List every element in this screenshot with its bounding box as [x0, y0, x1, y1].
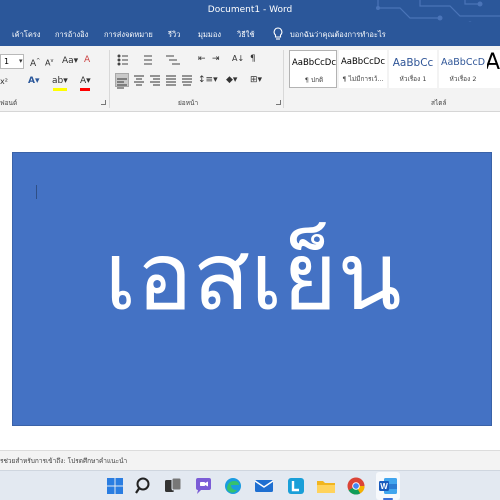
- search-icon[interactable]: [133, 475, 155, 497]
- distributed-icon[interactable]: [181, 74, 193, 86]
- style-name: ¶ ไม่มีการเว้...: [342, 75, 384, 83]
- group-separator: [109, 50, 110, 108]
- accessibility-status[interactable]: รช่วยสำหรับการเข้าถึง: โปรดศึกษาคำแนะนำ: [0, 456, 127, 466]
- style-sample: AaBbCc: [392, 57, 434, 69]
- tab-review[interactable]: รีวิว: [168, 29, 180, 41]
- font-dialog-launcher[interactable]: [101, 100, 106, 105]
- style-title[interactable]: A: [487, 50, 500, 88]
- style-name: ¶ ปกติ: [304, 76, 324, 84]
- font-color-icon[interactable]: A▾: [80, 74, 91, 88]
- paragraph-dialog-launcher[interactable]: [276, 100, 281, 105]
- superscript-icon[interactable]: x²: [0, 75, 8, 89]
- borders-icon[interactable]: ⊞▾: [250, 73, 262, 87]
- shape-text[interactable]: เอสเย็น: [13, 213, 493, 343]
- style-sample: A: [487, 50, 500, 75]
- edge-icon[interactable]: [222, 475, 244, 497]
- svg-text:W: W: [380, 482, 388, 491]
- text-effects-icon[interactable]: A▾: [28, 74, 39, 88]
- increase-indent-icon[interactable]: ⇥: [212, 52, 220, 66]
- clear-formatting-icon[interactable]: A: [84, 53, 90, 67]
- styles-gallery: AaBbCcDc ¶ ปกติ AaBbCcDc ¶ ไม่มีการเว้..…: [287, 50, 500, 90]
- highlight-color-swatch: [53, 88, 67, 91]
- tell-me-search[interactable]: บอกฉันว่าคุณต้องการทำอะไร: [290, 29, 386, 41]
- word-icon[interactable]: W: [377, 475, 399, 497]
- taskbar: W: [0, 470, 500, 500]
- ribbon-tabs: เค้าโครง การอ้างอิง การส่งจดหมาย รีวิว ม…: [0, 22, 500, 46]
- style-no-spacing[interactable]: AaBbCcDc ¶ ไม่มีการเว้...: [339, 50, 387, 88]
- chat-icon[interactable]: [192, 475, 214, 497]
- align-left-button[interactable]: [115, 73, 129, 89]
- sort-icon[interactable]: A↓: [232, 52, 244, 66]
- style-name: หัวเรื่อง 1: [399, 75, 427, 83]
- chrome-icon[interactable]: [345, 475, 367, 497]
- style-name: หัวเรื่อง 2: [449, 75, 477, 83]
- style-sample: AaBbCcDc: [340, 57, 386, 67]
- shrink-font-icon[interactable]: Av: [45, 54, 53, 71]
- font-size-dropdown-icon[interactable]: ▾: [19, 54, 23, 68]
- align-left-icon: [117, 78, 127, 89]
- style-sample: AaBbCcDc: [291, 58, 337, 68]
- mail-icon[interactable]: [253, 475, 275, 497]
- style-heading-1[interactable]: AaBbCc หัวเรื่อง 1: [389, 50, 437, 88]
- grow-font-icon[interactable]: A^: [30, 54, 40, 71]
- change-case-icon[interactable]: Aa▾: [62, 54, 78, 68]
- align-right-icon[interactable]: [149, 74, 161, 86]
- align-center-icon[interactable]: [133, 74, 145, 86]
- group-label-styles: สไตล์: [431, 99, 447, 107]
- tab-mailings[interactable]: การส่งจดหมาย: [104, 29, 153, 41]
- learning-app-icon[interactable]: [285, 475, 307, 497]
- group-separator: [283, 50, 284, 108]
- style-heading-2[interactable]: AaBbCcD หัวเรื่อง 2: [439, 50, 487, 88]
- justify-icon[interactable]: [165, 74, 177, 86]
- list-buttons-icon[interactable]: [116, 52, 196, 68]
- document-canvas[interactable]: เอสเย็น: [0, 112, 500, 450]
- line-spacing-icon[interactable]: ↕≡▾: [198, 73, 218, 87]
- tab-help[interactable]: วิธีใช้: [237, 29, 255, 41]
- style-sample: AaBbCcD: [440, 57, 486, 68]
- text-cursor: [36, 185, 37, 199]
- lightbulb-icon[interactable]: [272, 27, 284, 41]
- show-formatting-icon[interactable]: ¶: [250, 52, 256, 66]
- style-normal[interactable]: AaBbCcDc ¶ ปกติ: [289, 50, 337, 88]
- decrease-indent-icon[interactable]: ⇤: [198, 52, 206, 66]
- task-view-icon[interactable]: [162, 475, 184, 497]
- shading-icon[interactable]: ◆▾: [226, 73, 237, 87]
- text-shape[interactable]: เอสเย็น: [12, 152, 492, 426]
- group-label-paragraph: ย่อหน้า: [178, 99, 199, 107]
- font-color-swatch: [80, 88, 90, 91]
- tab-layout[interactable]: เค้าโครง: [12, 29, 41, 41]
- tab-view[interactable]: มุมมอง: [198, 29, 221, 41]
- tab-references[interactable]: การอ้างอิง: [55, 29, 88, 41]
- status-bar: รช่วยสำหรับการเข้าถึง: โปรดศึกษาคำแนะนำ: [0, 450, 500, 470]
- file-explorer-icon[interactable]: [315, 475, 337, 497]
- group-label-font: ฟอนต์: [0, 99, 18, 107]
- highlight-icon[interactable]: ab▾: [52, 74, 68, 88]
- windows-start-icon[interactable]: [104, 475, 126, 497]
